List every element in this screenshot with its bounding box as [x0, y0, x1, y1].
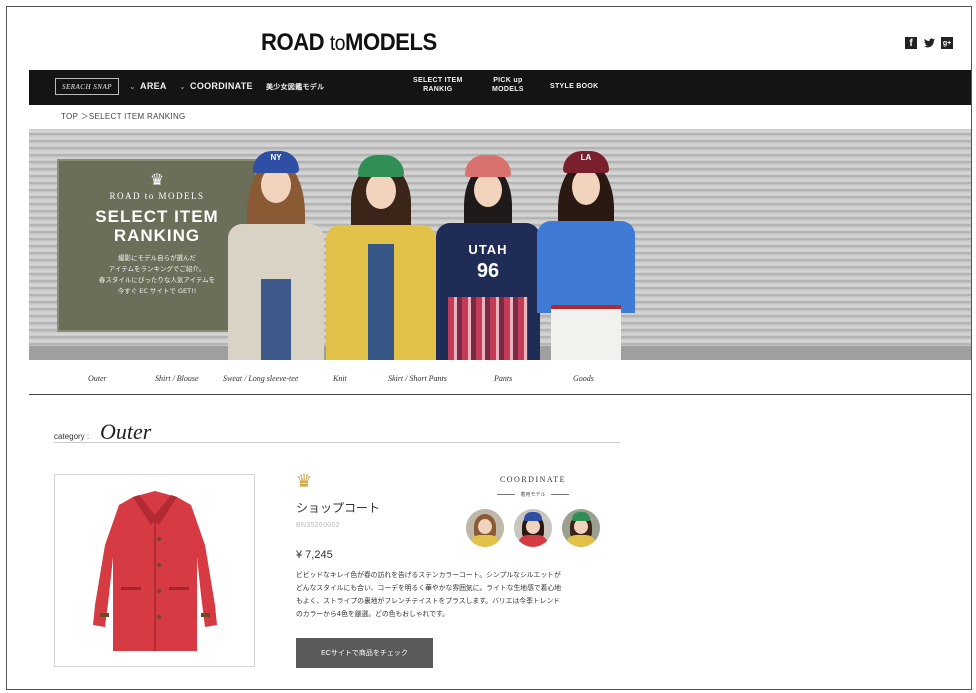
product-name: ショップコート [296, 501, 381, 515]
nav-coordinate-label: COORDINATE [190, 81, 253, 91]
hero-model-4: LA [531, 129, 641, 360]
coordinate-model-avatar[interactable] [514, 509, 552, 547]
main-nav: SERACH SNAP ⌄ AREA ⌄ COORDINATE 美少女図鑑モデル S… [29, 70, 971, 105]
shirt-text-96: 96 [476, 260, 500, 282]
twitter-icon[interactable] [923, 37, 935, 49]
nav-pickup-models[interactable]: PICK up MODELS [492, 76, 524, 94]
product-price: ¥ 7,245 [296, 549, 333, 561]
category-knit[interactable]: Knit [333, 374, 347, 383]
model-plaid-shirt [448, 297, 528, 360]
nav-select-item-ranking[interactable]: SELECT ITEM RANKIG [413, 76, 463, 94]
model-face [474, 173, 502, 207]
logo-road: ROAD [261, 29, 325, 56]
category-sweat[interactable]: Sweat / Long sleeve-tee [223, 374, 298, 383]
browser-page: ROAD toMODELS f g+ SERACH SNAP ⌄ AREA ⌄ CO… [6, 6, 972, 690]
breadcrumb[interactable]: TOP ＞SELECT ITEM RANKING [61, 111, 186, 122]
category-skirt[interactable]: Skirt / Short Pants [388, 374, 447, 383]
category-goods[interactable]: Goods [573, 374, 594, 383]
product-description: ビビッドなキレイ色が春の訪れを告げるステンカラーコート。シンプルなシルエットが … [296, 569, 608, 621]
hero-model-2 [322, 129, 440, 360]
model-face [572, 169, 600, 205]
site-header: ROAD toMODELS f g+ [7, 7, 971, 70]
nav-area[interactable]: ⌄ AREA [129, 81, 167, 91]
model-blue-knit [537, 221, 635, 313]
hero-model-1: NY [221, 129, 331, 360]
model-cap-la: LA [563, 151, 609, 173]
category-nav: Outer Shirt / Blouse Sweat / Long sleeve… [29, 360, 971, 395]
facebook-icon[interactable]: f [905, 37, 917, 49]
model-beanie-pink [465, 155, 511, 177]
nav-area-label: AREA [140, 81, 167, 91]
model-jeans [261, 279, 291, 360]
category-name: Outer [100, 419, 152, 444]
model-overall [368, 244, 394, 360]
logo-to: to [329, 32, 346, 55]
model-beanie-green [358, 155, 404, 177]
category-heading: category : Outer [54, 419, 620, 444]
coordinate-model-avatar[interactable] [466, 509, 504, 547]
model-white-pants [551, 305, 621, 360]
hero-banner: ♛ ROAD to MODELS SELECT ITEM RANKING 撮影に… [29, 129, 971, 360]
nav-select-item-line1: SELECT ITEM [413, 77, 463, 84]
coordinate-models: COORDINATE 着用モデル [462, 475, 604, 550]
chevron-down-icon: ⌄ [179, 82, 187, 91]
product-desc-line4: のカラーから4色を厳選。どの色もおしゃれです。 [296, 610, 449, 618]
model-face [366, 173, 396, 209]
coordinate-model-avatar[interactable] [562, 509, 600, 547]
nav-coordinate[interactable]: ⌄ COORDINATE [179, 81, 253, 91]
site-logo[interactable]: ROAD toMODELS [261, 29, 437, 57]
logo-models: MODELS [345, 29, 437, 56]
nav-select-item-line2: RANKIG [423, 86, 453, 93]
shirt-text-utah: UTAH [468, 242, 508, 257]
google-plus-icon[interactable]: g+ [941, 37, 953, 49]
category-outer[interactable]: Outer [88, 374, 107, 383]
model-cap-ny: NY [253, 151, 299, 173]
product-image[interactable] [54, 474, 255, 667]
coordinate-title: COORDINATE [499, 475, 567, 484]
product-code: BN35260002 [296, 522, 340, 529]
product-desc-line2: どんなスタイルにも合い、コーデを明るく華やかな雰囲気に。ライトな生地感で着心地 [296, 584, 562, 592]
search-snap-button[interactable]: SERACH SNAP [55, 78, 119, 95]
social-links: f g+ [905, 37, 953, 49]
product-desc-line1: ビビッドなキレイ色が春の訪れを告げるステンカラーコート。シンプルなシルエットが [296, 571, 561, 579]
nav-pictorial[interactable]: 美少女図鑑モデル [266, 82, 324, 92]
ec-site-check-button[interactable]: ECサイトで商品をチェック [296, 638, 433, 668]
nav-pickup-line2: MODELS [492, 86, 524, 93]
category-label: category : [54, 432, 90, 441]
nav-style-book[interactable]: STYLE BOOK [550, 83, 599, 90]
chevron-down-icon: ⌄ [129, 82, 137, 91]
coordinate-subtitle: 着用モデル [462, 491, 604, 498]
nav-pickup-line1: PICK up [493, 77, 523, 84]
category-pants[interactable]: Pants [494, 374, 512, 383]
hero-model-3: UTAH 96 [433, 129, 543, 360]
red-coat-illustration [93, 491, 217, 651]
product-desc-line3: もよく、ストライプの裏地がフレンチテイストをプラスします。バリエは今季トレンド [296, 597, 561, 605]
category-shirt-blouse[interactable]: Shirt / Blouse [155, 374, 199, 383]
rank-crown-icon: ♛ [296, 471, 313, 492]
